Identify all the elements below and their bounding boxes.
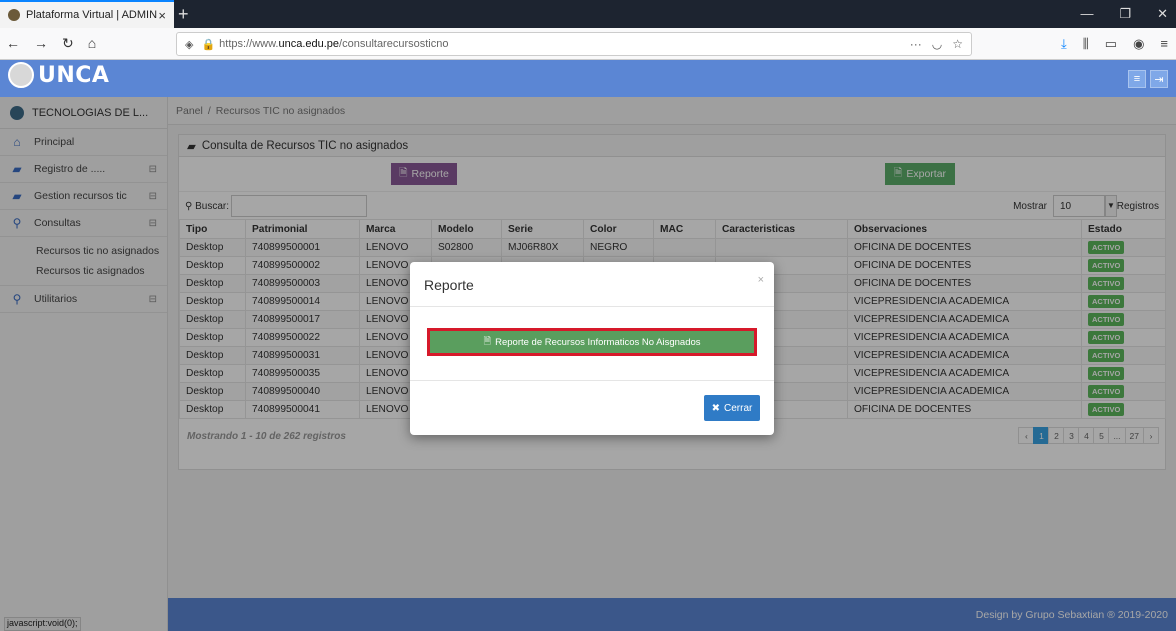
url-prefix: https://www. [219,38,279,50]
app-header: UNCA ≡ ⇥ [0,60,1176,97]
url-path: /consultarecursosticno [339,38,449,50]
lock-icon[interactable]: 🔒 [201,38,215,51]
address-bar[interactable]: ◈ 🔒 https://www. unca.edu.pe/consultarecu… [176,32,972,56]
logout-icon[interactable]: ⇥ [1150,70,1168,88]
tab-close-icon[interactable]: × [158,8,166,23]
download-icon[interactable]: ⤓ [1061,36,1067,52]
restore-icon[interactable]: ❐ [1119,6,1131,22]
close-icon[interactable]: × [758,274,764,286]
pocket-icon[interactable]: ◡ [932,37,942,51]
extension-icon[interactable]: ◉ [1133,36,1144,52]
more-actions-icon[interactable]: ··· [910,37,922,51]
back-icon[interactable]: ← [6,35,20,52]
reporte-modal: Reporte × 🗎 Reporte de Recursos Informat… [410,262,774,435]
modal-body: 🗎 Reporte de Recursos Informaticos No Ai… [410,307,774,381]
university-seal-icon [8,62,34,88]
minimize-icon[interactable]: — [1080,6,1093,22]
reload-icon[interactable]: ↻ [62,35,74,52]
nav-buttons: ← → ↻ ⌂ [6,35,96,52]
home-icon[interactable]: ⌂ [88,35,96,52]
browser-tab[interactable]: Plataforma Virtual | ADMIN × [0,0,174,28]
cerrar-label: Cerrar [724,402,753,414]
new-tab-button[interactable]: + [178,4,189,25]
menu-toggle-icon[interactable]: ≡ [1128,70,1146,88]
forward-icon[interactable]: → [34,35,48,52]
modal-header: Reporte × [410,262,774,307]
report-no-asignados-button[interactable]: 🗎 Reporte de Recursos Informaticos No Ai… [427,328,757,356]
menu-icon[interactable]: ≡ [1160,36,1168,52]
url-domain: unca.edu.pe [278,38,340,50]
file-icon: 🗎 [483,336,492,347]
sidebar-toggle-icon[interactable]: ▭ [1105,36,1117,52]
bookmark-star-icon[interactable]: ☆ [952,37,963,51]
favicon-icon [8,9,20,21]
close-icon: ✖ [711,402,721,414]
toolbar-right: ⤓ ⫼ ▭ ◉ ≡ [1061,36,1168,52]
report-button-label: Reporte de Recursos Informaticos No Aisg… [495,336,701,348]
shield-icon[interactable]: ◈ [185,38,193,51]
tab-title: Plataforma Virtual | ADMIN [26,9,158,21]
browser-tab-bar: Plataforma Virtual | ADMIN × + — ❐ ✕ [0,0,1176,28]
logo[interactable]: UNCA [8,62,109,88]
library-icon[interactable]: ⫼ [1083,36,1089,52]
browser-toolbar: ← → ↻ ⌂ ◈ 🔒 https://www. unca.edu.pe/cons… [0,28,1176,60]
modal-footer: ✖ Cerrar [410,381,774,435]
header-buttons: ≡ ⇥ [1128,70,1168,88]
logo-text: UNCA [38,62,110,88]
close-window-icon[interactable]: ✕ [1157,6,1168,22]
window-controls: — ❐ ✕ [1080,6,1168,22]
cerrar-button[interactable]: ✖ Cerrar [704,395,760,421]
modal-title: Reporte [424,277,474,293]
